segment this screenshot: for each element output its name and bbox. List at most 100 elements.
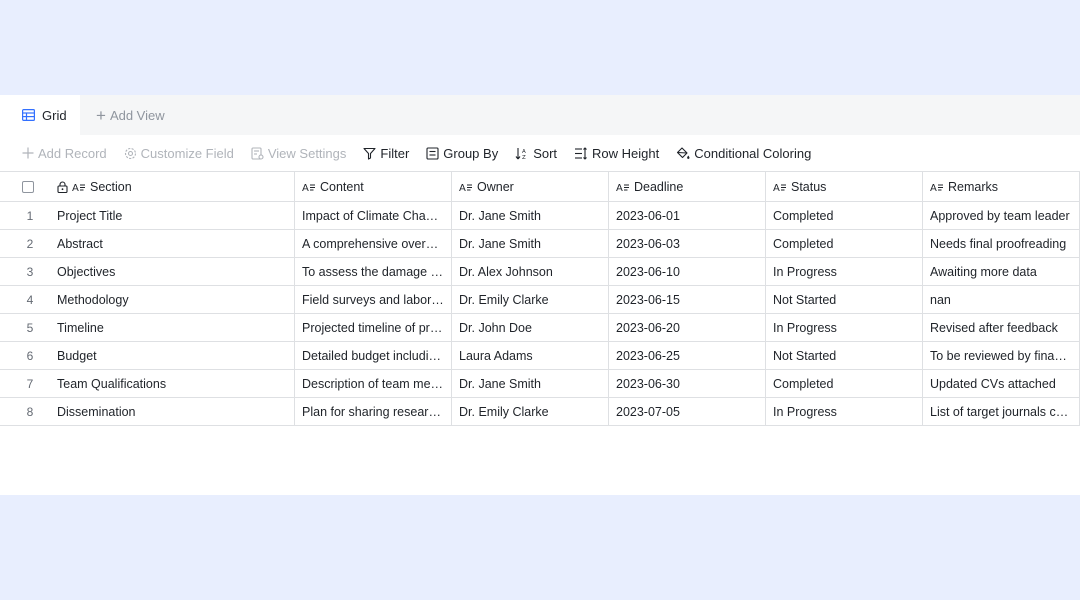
owner-cell[interactable]: Dr. John Doe [452,314,609,341]
cell-text: Plan for sharing research findings [302,404,444,419]
select-all-checkbox[interactable] [22,180,34,193]
row-height-button[interactable]: Row Height [574,146,659,161]
remarks-cell[interactable]: Approved by team leader [923,202,1080,229]
sort-button[interactable]: AZ Sort [515,146,557,161]
table-row[interactable]: 8 Dissemination Plan for sharing researc… [0,398,1080,426]
owner-cell[interactable]: Dr. Jane Smith [452,370,609,397]
status-cell[interactable]: Completed [766,230,923,257]
section-cell[interactable]: Abstract [50,230,295,257]
status-cell[interactable]: In Progress [766,314,923,341]
owner-cell[interactable]: Dr. Emily Clarke [452,286,609,313]
owner-cell[interactable]: Dr. Alex Johnson [452,258,609,285]
add-view-button[interactable]: + Add View [96,95,165,135]
section-cell[interactable]: Dissemination [50,398,295,425]
remarks-cell[interactable]: Awaiting more data [923,258,1080,285]
table-row[interactable]: 2 Abstract A comprehensive overview of t… [0,230,1080,258]
cell-text: Completed [773,236,834,251]
cell-text: Completed [773,376,834,391]
tab-grid[interactable]: Grid [0,95,80,135]
group-by-button[interactable]: Group By [426,146,498,161]
section-cell[interactable]: Team Qualifications [50,370,295,397]
column-header-label: Owner [477,179,514,194]
section-cell[interactable]: Timeline [50,314,295,341]
cell-text: Dr. John Doe [459,320,532,335]
table-row[interactable]: 6 Budget Detailed budget including equip… [0,342,1080,370]
add-record-button[interactable]: Add Record [22,146,107,161]
status-cell[interactable]: Not Started [766,286,923,313]
remarks-cell[interactable]: Revised after feedback [923,314,1080,341]
filter-button[interactable]: Filter [363,146,409,161]
section-cell[interactable]: Methodology [50,286,295,313]
content-cell[interactable]: Impact of Climate Change on Coastal Ecos… [295,202,452,229]
cell-text: 2023-06-01 [616,208,680,223]
remarks-cell[interactable]: To be reviewed by finance team [923,342,1080,369]
cell-text: Dr. Jane Smith [459,376,541,391]
tab-grid-label: Grid [42,107,67,123]
remarks-cell[interactable]: List of target journals compiled [923,398,1080,425]
content-cell[interactable]: To assess the damage to coastal habitats [295,258,452,285]
column-header-owner[interactable]: A Owner [452,172,609,201]
owner-cell[interactable]: Dr. Jane Smith [452,230,609,257]
row-index: 7 [26,376,34,391]
deadline-cell[interactable]: 2023-06-10 [609,258,766,285]
column-header-section[interactable]: A Section [50,172,295,201]
deadline-cell[interactable]: 2023-06-20 [609,314,766,341]
column-header-remarks[interactable]: A Remarks [923,172,1080,201]
content-cell[interactable]: Detailed budget including equipment cost… [295,342,452,369]
cell-text: Dr. Emily Clarke [459,292,549,307]
deadline-cell[interactable]: 2023-07-05 [609,398,766,425]
cell-text: Awaiting more data [930,264,1037,279]
section-cell[interactable]: Project Title [50,202,295,229]
view-tab-bar: Grid + Add View [0,95,1080,135]
column-header-label: Status [791,179,827,194]
view-settings-button[interactable]: View Settings [251,146,346,161]
content-cell[interactable]: Field surveys and laboratory analysis [295,286,452,313]
table-row[interactable]: 3 Objectives To assess the damage to coa… [0,258,1080,286]
owner-cell[interactable]: Laura Adams [452,342,609,369]
table-row[interactable]: 4 Methodology Field surveys and laborato… [0,286,1080,314]
row-index: 1 [26,208,34,223]
status-cell[interactable]: Completed [766,202,923,229]
cell-text: Dr. Jane Smith [459,236,541,251]
table-row[interactable]: 7 Team Qualifications Description of tea… [0,370,1080,398]
conditional-coloring-button[interactable]: Conditional Coloring [676,146,811,161]
sort-icon: AZ [515,147,526,160]
remarks-cell[interactable]: nan [923,286,1080,313]
cell-text: 2023-06-30 [616,376,680,391]
content-cell[interactable]: Projected timeline of project milestones [295,314,452,341]
column-header-content[interactable]: A Content [295,172,452,201]
section-cell[interactable]: Objectives [50,258,295,285]
grid-table-icon [22,109,35,121]
owner-cell[interactable]: Dr. Jane Smith [452,202,609,229]
remarks-cell[interactable]: Needs final proofreading [923,230,1080,257]
status-cell[interactable]: Completed [766,370,923,397]
cell-text: In Progress [773,404,837,419]
cell-text: Budget [57,348,97,363]
status-cell[interactable]: In Progress [766,398,923,425]
column-header-status[interactable]: A Status [766,172,923,201]
cell-text: Revised after feedback [930,320,1058,335]
content-cell[interactable]: A comprehensive overview of the research [295,230,452,257]
status-cell[interactable]: Not Started [766,342,923,369]
deadline-cell[interactable]: 2023-06-03 [609,230,766,257]
select-all-cell[interactable] [0,172,50,201]
owner-cell[interactable]: Dr. Emily Clarke [452,398,609,425]
content-cell[interactable]: Description of team members' expertise [295,370,452,397]
add-view-label: Add View [109,107,165,123]
deadline-cell[interactable]: 2023-06-30 [609,370,766,397]
row-height-label: Row Height [592,145,660,161]
remarks-cell[interactable]: Updated CVs attached [923,370,1080,397]
deadline-cell[interactable]: 2023-06-01 [609,202,766,229]
deadline-cell[interactable]: 2023-06-25 [609,342,766,369]
table-row[interactable]: 1 Project Title Impact of Climate Change… [0,202,1080,230]
deadline-cell[interactable]: 2023-06-15 [609,286,766,313]
content-cell[interactable]: Plan for sharing research findings [295,398,452,425]
table-row[interactable]: 5 Timeline Projected timeline of project… [0,314,1080,342]
cell-text: Objectives [57,264,116,279]
section-cell[interactable]: Budget [50,342,295,369]
add-record-label: Add Record [38,145,107,161]
svg-text:A: A [459,183,466,192]
customize-field-button[interactable]: Customize Field [124,146,234,161]
column-header-deadline[interactable]: A Deadline [609,172,766,201]
status-cell[interactable]: In Progress [766,258,923,285]
